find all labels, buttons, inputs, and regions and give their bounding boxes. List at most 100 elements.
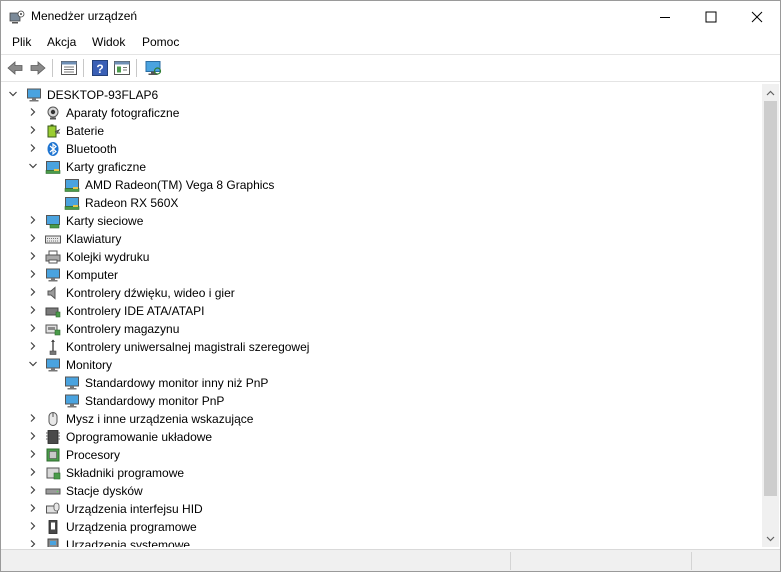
tree-category[interactable]: Urządzenia interfejsu HID [1,500,762,518]
chevron-right-icon[interactable] [28,521,38,531]
title-bar[interactable]: Menedżer urządzeń [1,1,780,32]
tree-item-label: Komputer [66,268,119,282]
tree-category[interactable]: Klawiatury [1,230,762,248]
menu-help[interactable]: Pomoc [142,35,179,49]
scroll-up-arrow-icon [766,90,775,95]
network-adapter-icon [46,215,60,229]
menu-action[interactable]: Akcja [47,35,76,49]
tree-item-label: Standardowy monitor inny niż PnP [85,376,269,390]
scan-hardware-button[interactable] [144,59,162,77]
tree-device[interactable]: Standardowy monitor inny niż PnP [1,374,762,392]
display-adapter-icon [64,179,80,192]
minimize-button[interactable] [642,1,688,32]
menu-file[interactable]: Plik [12,35,31,49]
tree-category[interactable]: Oprogramowanie układowe [1,428,762,446]
tree-item-label: Kolejki wydruku [66,250,150,264]
computer-icon [27,88,41,102]
tree-category[interactable]: Karty sieciowe [1,212,762,230]
software-component-icon [46,467,61,480]
chevron-down-icon[interactable] [28,161,38,171]
chevron-right-icon[interactable] [28,305,38,315]
scroll-up-button[interactable] [762,84,779,101]
scroll-down-button[interactable] [762,530,779,547]
back-button[interactable] [6,59,24,77]
chevron-right-icon[interactable] [28,323,38,333]
tree-category[interactable]: Kolejki wydruku [1,248,762,266]
forward-button[interactable] [29,59,47,77]
tree-category[interactable]: Aparaty fotograficzne [1,104,762,122]
chevron-right-icon[interactable] [28,251,38,261]
tree-category[interactable]: Karty graficzne [1,158,762,176]
chevron-down-icon[interactable] [28,359,38,369]
tree-device[interactable]: Radeon RX 560X [1,194,762,212]
status-bar-divider [510,552,511,570]
tree-category[interactable]: Kontrolery dźwięku, wideo i gier [1,284,762,302]
chevron-right-icon[interactable] [28,413,38,423]
hid-icon [46,502,60,514]
tree-category[interactable]: Procesory [1,446,762,464]
tree-category[interactable]: Kontrolery magazynu [1,320,762,338]
monitor-icon [65,376,79,390]
tree-category[interactable]: Kontrolery uniwersalnej magistrali szere… [1,338,762,356]
chevron-right-icon[interactable] [28,107,38,117]
toolbar-separator [52,59,53,77]
chevron-right-icon[interactable] [28,539,38,547]
chevron-right-icon[interactable] [28,449,38,459]
chevron-right-icon[interactable] [28,215,38,225]
properties-view-button[interactable] [60,59,78,77]
firmware-icon [46,430,60,444]
tree-item-label: Mysz i inne urządzenia wskazujące [66,412,254,426]
storage-controller-icon [45,324,61,336]
chevron-right-icon[interactable] [28,269,38,279]
chevron-down-icon[interactable] [8,89,18,99]
close-button[interactable] [734,1,780,32]
tree-root[interactable]: DESKTOP-93FLAP6 [1,86,762,104]
device-tree[interactable]: DESKTOP-93FLAP6 Aparaty fotograficzne Bat… [1,84,762,547]
minimize-icon [660,16,670,18]
tree-device[interactable]: AMD Radeon(TM) Vega 8 Graphics [1,176,762,194]
tree-item-label: Bluetooth [66,142,117,156]
tree-category[interactable]: Mysz i inne urządzenia wskazujące [1,410,762,428]
chevron-right-icon[interactable] [28,467,38,477]
toolbar: ? [1,54,780,82]
tree-category[interactable]: Baterie [1,122,762,140]
tree-category[interactable]: Bluetooth [1,140,762,158]
speaker-icon [47,286,56,300]
tree-category[interactable]: Kontrolery IDE ATA/ATAPI [1,302,762,320]
tree-category[interactable]: Monitory [1,356,762,374]
tree-item-label: Procesory [66,448,121,462]
tree-item-label: Kontrolery dźwięku, wideo i gier [66,286,235,300]
chevron-right-icon[interactable] [28,233,38,243]
tree-category[interactable]: Składniki programowe [1,464,762,482]
chevron-right-icon[interactable] [28,485,38,495]
status-bar [1,549,780,571]
chevron-right-icon[interactable] [28,431,38,441]
maximize-button[interactable] [688,1,734,32]
tree-item-label: AMD Radeon(TM) Vega 8 Graphics [85,178,275,192]
device-manager-window: Menedżer urządzeń Plik Akcja Widok Pomoc [0,0,781,572]
tree-category[interactable]: Urządzenia programowe [1,518,762,536]
chevron-right-icon[interactable] [28,143,38,153]
tree-item-label: Oprogramowanie układowe [66,430,213,444]
tree-device[interactable]: Standardowy monitor PnP [1,392,762,410]
chevron-right-icon[interactable] [28,341,38,351]
tree-item-label: Klawiatury [66,232,122,246]
toolbar-separator [83,59,84,77]
vertical-scrollbar[interactable] [762,84,779,547]
chevron-right-icon[interactable] [28,125,38,135]
tree-item-label: Baterie [66,124,105,138]
window-title: Menedżer urządzeń [31,9,138,23]
menu-view[interactable]: Widok [92,35,125,49]
scrollbar-thumb[interactable] [764,101,777,496]
details-view-button[interactable] [113,59,131,77]
chevron-right-icon[interactable] [28,287,38,297]
tree-category[interactable]: Komputer [1,266,762,284]
tree-item-label: Monitory [66,358,113,372]
help-button[interactable]: ? [91,59,109,77]
chevron-right-icon[interactable] [28,503,38,513]
tree-category[interactable]: Stacje dysków [1,482,762,500]
tree-item-label: Radeon RX 560X [85,196,179,210]
tree-category[interactable]: Urządzenia systemowe [1,536,762,547]
status-bar-divider [691,552,692,570]
disk-drive-icon [45,488,61,495]
